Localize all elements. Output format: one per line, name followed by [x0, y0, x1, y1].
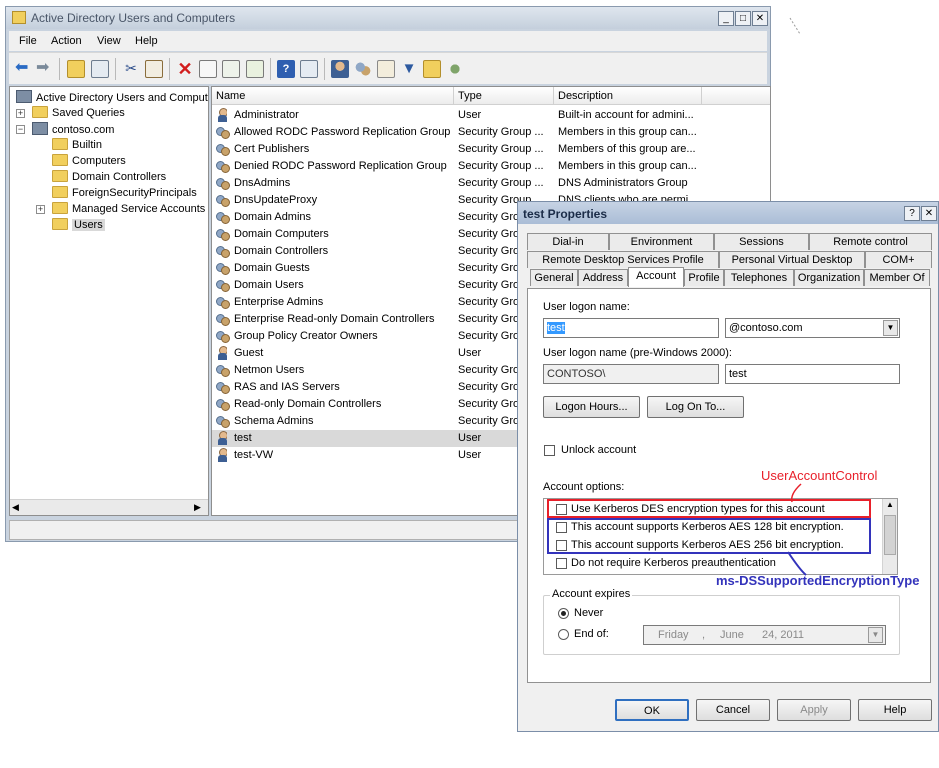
- annotation-connectors: [787, 17, 807, 576]
- uac-connector-line: [790, 483, 802, 503]
- tab-account[interactable]: Account: [628, 267, 684, 287]
- enc-connector-line: [787, 551, 807, 576]
- cursor-mark: [789, 17, 801, 35]
